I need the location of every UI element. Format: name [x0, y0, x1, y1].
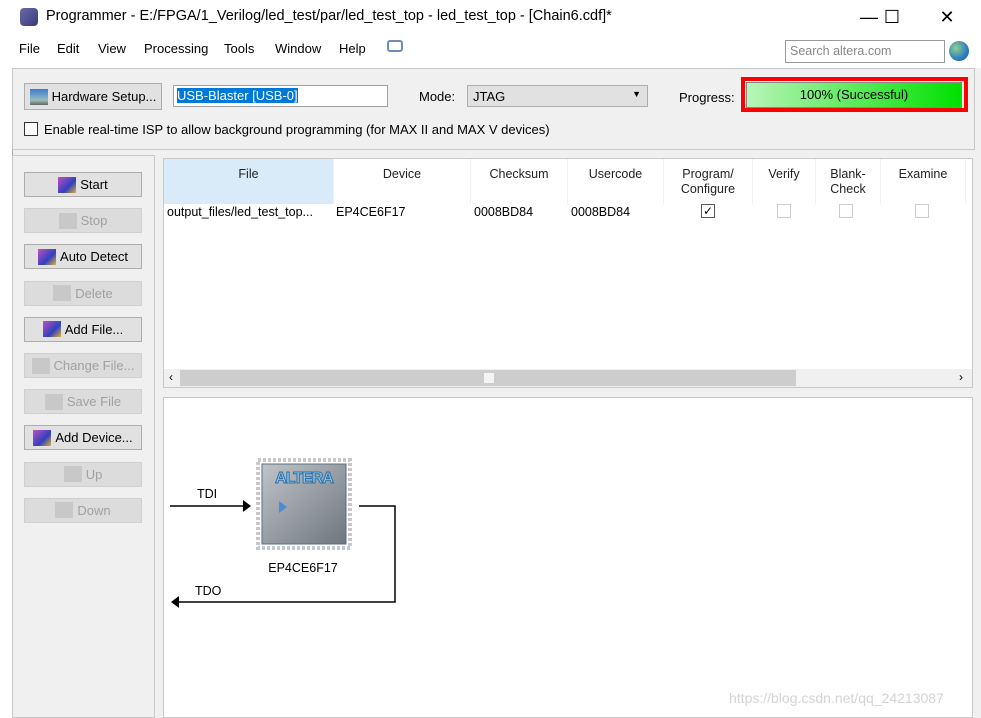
horizontal-scrollbar[interactable]: ‹ › — [164, 369, 972, 387]
col-checksum[interactable]: Checksum — [471, 159, 568, 204]
jtag-chain — [170, 458, 396, 608]
col-verify[interactable]: Verify — [753, 159, 816, 204]
scroll-right-icon[interactable]: › — [959, 370, 963, 384]
up-button[interactable]: Up — [24, 461, 142, 487]
blank-check-checkbox[interactable] — [839, 204, 853, 218]
start-icon — [58, 176, 77, 193]
cell-usercode: 0008BD84 — [571, 205, 631, 219]
delete-button[interactable]: Delete — [24, 280, 142, 306]
col-device[interactable]: Device — [334, 159, 471, 204]
verify-checkbox[interactable] — [777, 204, 791, 218]
menu-processing[interactable]: Processing — [144, 41, 208, 56]
change-file-icon — [31, 357, 50, 374]
col-usercode[interactable]: Usercode — [568, 159, 664, 204]
delete-label: Delete — [75, 285, 113, 301]
maximize-button[interactable]: ☐ — [869, 4, 915, 30]
add-file-button[interactable]: Add File... — [24, 316, 142, 342]
menu-file[interactable]: File — [19, 41, 40, 56]
delete-icon — [53, 285, 72, 302]
add-device-icon — [33, 429, 52, 446]
chevron-down-icon: ▼ — [632, 89, 641, 99]
mode-label: Mode: — [419, 89, 456, 104]
window-title: Programmer - E:/FPGA/1_Verilog/led_test/… — [46, 8, 612, 24]
tdo-label: TDO — [195, 584, 222, 598]
watermark: https://blog.csdn.net/qq_24213087 — [729, 690, 944, 706]
col-file[interactable]: File — [164, 159, 334, 204]
stop-button[interactable]: Stop — [24, 208, 142, 234]
down-button[interactable]: Down — [24, 497, 142, 523]
search-input[interactable]: Search altera.com — [785, 40, 945, 63]
tdi-arrow-icon — [243, 500, 251, 512]
progress-label: Progress: — [679, 90, 735, 105]
scroll-left-icon[interactable]: ‹ — [169, 370, 173, 384]
hardware-setup-label: Hardware Setup... — [51, 89, 157, 104]
start-button[interactable]: Start — [24, 172, 142, 197]
menu-view[interactable]: View — [98, 41, 126, 56]
isp-label: Enable real-time ISP to allow background… — [44, 122, 550, 137]
change-file-button[interactable]: Change File... — [24, 353, 142, 378]
menu-edit[interactable]: Edit — [57, 41, 79, 56]
save-file-label: Save File — [66, 394, 122, 410]
col-blank-check[interactable]: Blank- Check — [816, 159, 881, 204]
isp-checkbox[interactable] — [24, 122, 38, 136]
globe-icon[interactable] — [949, 41, 969, 61]
cell-device: EP4CE6F17 — [336, 205, 406, 219]
thumb-grip — [484, 373, 494, 383]
app-icon — [20, 8, 38, 26]
start-label: Start — [80, 177, 108, 192]
examine-checkbox[interactable] — [915, 204, 929, 218]
save-file-button[interactable]: Save File — [24, 389, 142, 415]
auto-detect-icon — [38, 248, 57, 265]
save-file-icon — [44, 393, 63, 410]
add-file-icon — [42, 321, 61, 338]
hardware-value: USB-Blaster [USB-0] — [177, 88, 298, 103]
progress-bar: 100% (Successful) — [746, 82, 962, 108]
menu-window[interactable]: Window — [275, 41, 321, 56]
cell-checksum: 0008BD84 — [474, 205, 534, 219]
altera-logo: ALTERA — [275, 470, 335, 488]
col-examine[interactable]: Examine — [881, 159, 966, 204]
mode-value: JTAG — [473, 89, 506, 104]
down-icon — [55, 502, 74, 519]
down-label: Down — [77, 502, 111, 518]
feedback-icon[interactable] — [387, 40, 403, 52]
tdi-label: TDI — [197, 487, 218, 501]
col-program[interactable]: Program/ Configure — [664, 159, 753, 204]
menu-help[interactable]: Help — [339, 41, 366, 56]
cell-file[interactable]: output_files/led_test_top... — [167, 205, 313, 219]
mode-select[interactable]: JTAG ▼ — [467, 85, 648, 107]
stop-icon — [58, 212, 77, 229]
stop-label: Stop — [80, 213, 108, 229]
program-checkbox[interactable]: ✓ — [701, 204, 715, 218]
add-device-label: Add Device... — [55, 430, 133, 446]
auto-detect-button[interactable]: Auto Detect — [24, 244, 142, 270]
hardware-field[interactable]: USB-Blaster [USB-0] — [173, 85, 388, 107]
change-file-label: Change File... — [53, 358, 135, 373]
tdo-arrow-icon — [171, 596, 179, 608]
device-table: File Device Checksum Usercode Program/ C… — [163, 158, 973, 388]
add-file-label: Add File... — [64, 321, 124, 337]
hardware-icon — [29, 88, 48, 105]
hardware-setup-button[interactable]: Hardware Setup... — [24, 83, 162, 110]
add-device-button[interactable]: Add Device... — [24, 425, 142, 451]
device-label: EP4CE6F17 — [268, 561, 338, 575]
up-icon — [63, 466, 82, 483]
close-button[interactable]: ✕ — [924, 4, 970, 30]
up-label: Up — [85, 466, 103, 482]
auto-detect-label: Auto Detect — [60, 249, 128, 265]
menu-tools[interactable]: Tools — [224, 41, 254, 56]
